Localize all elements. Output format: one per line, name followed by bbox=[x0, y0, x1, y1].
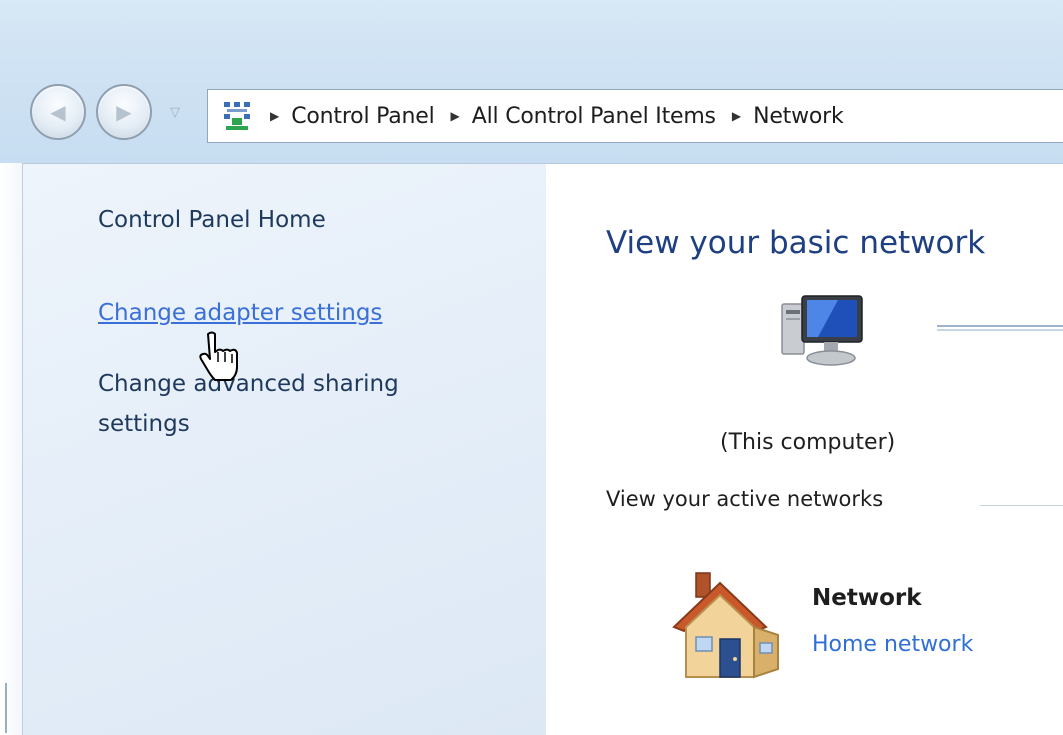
change-advanced-sharing-link[interactable]: Change advanced sharing settings bbox=[98, 364, 478, 444]
computer-icon[interactable] bbox=[778, 292, 866, 372]
network-name: Network bbox=[812, 585, 922, 611]
control-panel-icon bbox=[224, 102, 250, 130]
breadcrumb-all-items[interactable]: All Control Panel Items bbox=[472, 104, 716, 129]
home-network-icon[interactable] bbox=[656, 565, 784, 683]
window-left-edge bbox=[0, 163, 23, 735]
back-button[interactable]: ◀ bbox=[30, 84, 86, 140]
breadcrumb-separator-icon[interactable]: ▶ bbox=[732, 109, 741, 123]
network-connector-line bbox=[937, 325, 1063, 331]
breadcrumb-network[interactable]: Network bbox=[753, 104, 844, 129]
active-networks-heading: View your active networks bbox=[606, 487, 884, 511]
breadcrumb-control-panel[interactable]: Control Panel bbox=[291, 104, 434, 129]
forward-arrow-icon: ▶ bbox=[116, 100, 132, 124]
back-arrow-icon: ◀ bbox=[50, 100, 66, 124]
page-title: View your basic network bbox=[606, 225, 986, 261]
section-divider bbox=[980, 505, 1063, 506]
breadcrumb-separator-icon[interactable]: ▶ bbox=[451, 109, 460, 123]
edge-marker bbox=[5, 683, 7, 733]
address-bar[interactable]: ▶ Control Panel ▶ All Control Panel Item… bbox=[207, 89, 1063, 143]
this-computer-label: (This computer) bbox=[720, 430, 896, 455]
forward-button[interactable]: ▶ bbox=[96, 84, 152, 140]
breadcrumb-separator-icon[interactable]: ▶ bbox=[270, 109, 279, 123]
network-type-link[interactable]: Home network bbox=[812, 632, 973, 657]
history-dropdown-icon[interactable]: ▽ bbox=[170, 103, 180, 123]
hand-cursor-icon bbox=[199, 331, 238, 381]
change-adapter-settings-link[interactable]: Change adapter settings bbox=[98, 300, 382, 326]
control-panel-home-link[interactable]: Control Panel Home bbox=[98, 207, 326, 233]
control-panel-window: ◀ ▶ ▽ ▶ Control Panel ▶ All Control Pane… bbox=[0, 0, 1063, 735]
navigation-pane bbox=[0, 163, 546, 735]
